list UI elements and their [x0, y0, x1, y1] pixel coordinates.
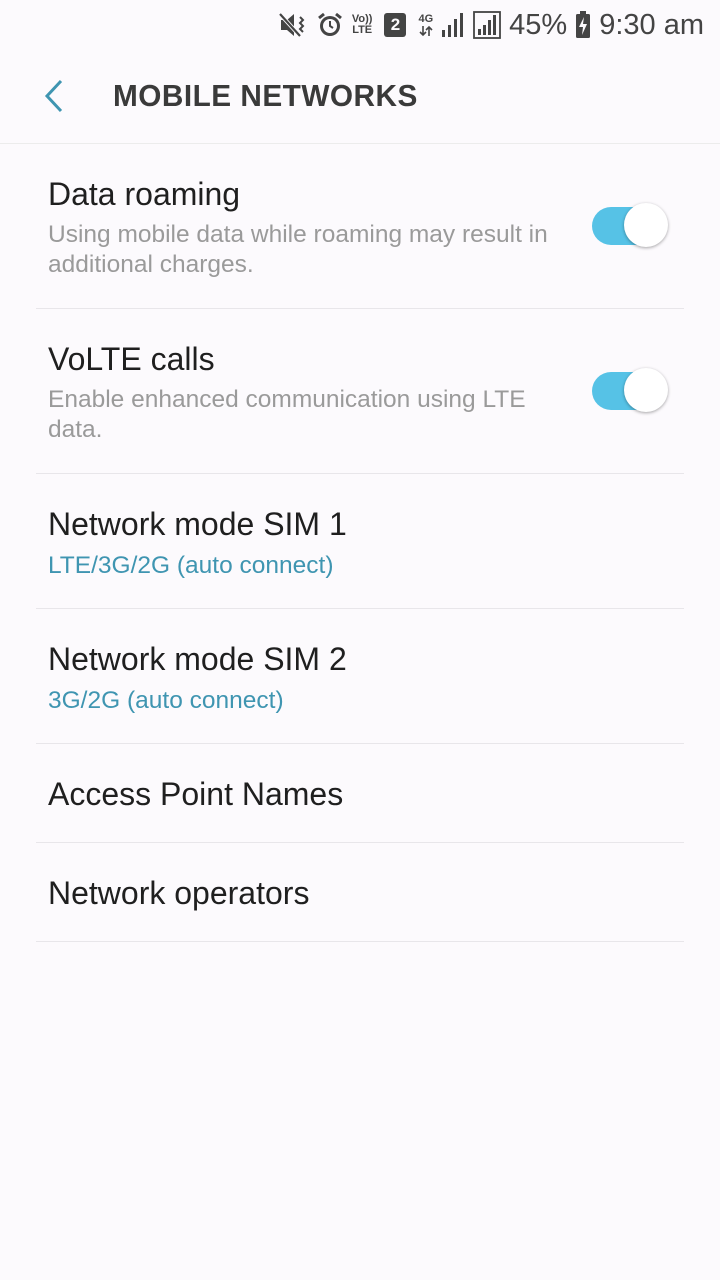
setting-subtitle: Using mobile data while roaming may resu…: [48, 221, 548, 278]
page-title: MOBILE NETWORKS: [113, 78, 418, 113]
data-arrows-icon: [419, 25, 433, 37]
back-button[interactable]: [28, 72, 80, 124]
back-arrow-icon: [42, 79, 66, 117]
setting-title: Network operators: [48, 875, 310, 911]
setting-title: Data roaming: [48, 176, 241, 212]
mute-icon: [278, 11, 308, 39]
data-roaming-toggle[interactable]: [592, 203, 668, 247]
clock-time: 9:30 am: [599, 8, 704, 41]
network-type-text: 4G: [418, 12, 434, 25]
alarm-icon: [316, 11, 344, 39]
status-icons: Vo)) LTE 2 4G 45% 9:30 am: [278, 6, 704, 44]
setting-title: Network mode SIM 1: [48, 506, 347, 542]
network-type-indicator: 4G: [418, 12, 434, 37]
setting-data-roaming[interactable]: Data roaming Using mobile data while roa…: [36, 144, 684, 309]
setting-access-point-names[interactable]: Access Point Names: [36, 744, 684, 843]
setting-value: LTE/3G/2G (auto connect): [48, 552, 334, 579]
setting-title: Network mode SIM 2: [48, 641, 347, 677]
setting-subtitle: Enable enhanced communication using LTE …: [48, 386, 526, 443]
volte-calls-toggle[interactable]: [592, 368, 668, 412]
volte-indicator: Vo)) LTE: [352, 14, 373, 36]
sim-2-badge-icon: 2: [384, 13, 407, 37]
signal-icon: [441, 12, 465, 38]
status-bar: Vo)) LTE 2 4G 45% 9:30 am: [0, 0, 720, 50]
sim-badge-number: 2: [390, 15, 401, 34]
setting-title: VoLTE calls: [48, 341, 215, 377]
setting-volte-calls[interactable]: VoLTE calls Enable enhanced communicatio…: [36, 309, 684, 474]
setting-network-operators[interactable]: Network operators: [36, 843, 684, 942]
setting-title: Access Point Names: [48, 776, 344, 812]
settings-list: Data roaming Using mobile data while roa…: [36, 144, 684, 942]
signal-icon: [473, 11, 502, 39]
setting-network-mode-sim2[interactable]: Network mode SIM 2 3G/2G (auto connect): [36, 609, 684, 744]
battery-percent: 45%: [509, 8, 568, 41]
toggle-knob: [624, 203, 668, 247]
setting-network-mode-sim1[interactable]: Network mode SIM 1 LTE/3G/2G (auto conne…: [36, 474, 684, 609]
toggle-knob: [624, 368, 668, 412]
volte-bottom-text: LTE: [352, 24, 373, 36]
setting-value: 3G/2G (auto connect): [48, 687, 284, 714]
battery-charging-icon: [575, 11, 591, 39]
app-bar: MOBILE NETWORKS: [0, 50, 720, 144]
